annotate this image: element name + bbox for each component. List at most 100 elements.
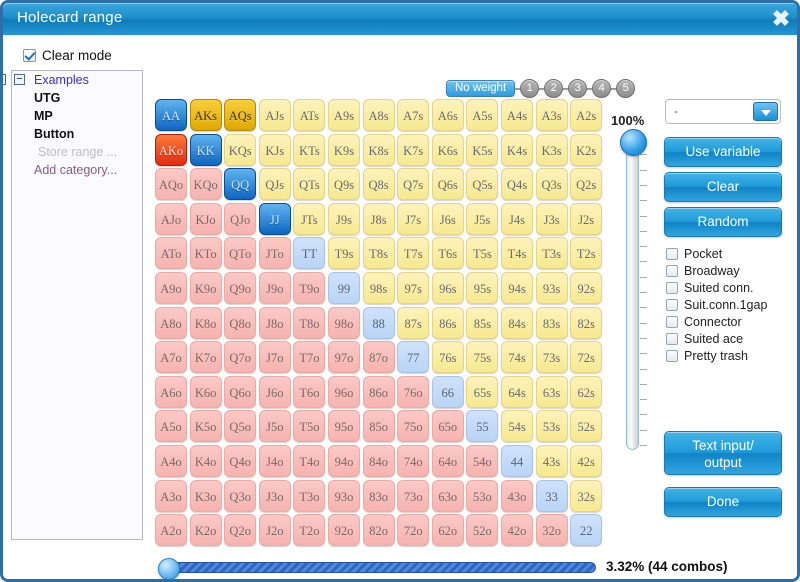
hand-cell-Q4s[interactable]: Q4s (501, 168, 533, 201)
hand-cell-53o[interactable]: 53o (466, 479, 499, 512)
hand-cell-Q7s[interactable]: Q7s (397, 168, 430, 201)
hand-cell-Q7o[interactable]: Q7o (224, 341, 257, 374)
hand-cell-J5s[interactable]: J5s (466, 202, 499, 235)
hand-cell-A7o[interactable]: A7o (155, 341, 187, 374)
hand-cell-KJs[interactable]: KJs (258, 133, 291, 166)
hand-cell-QQ[interactable]: QQ (224, 168, 257, 201)
weight-slider-track[interactable] (626, 135, 639, 450)
hand-cell-A4s[interactable]: A4s (501, 99, 533, 131)
hand-cell-J2o[interactable]: J2o (258, 514, 291, 547)
checkbox-connector[interactable]: Connector (666, 313, 767, 330)
hand-cell-42s[interactable]: 42s (570, 445, 603, 477)
hand-cell-75s[interactable]: 75s (466, 341, 499, 374)
hand-cell-88[interactable]: 88 (362, 306, 395, 339)
hand-cell-T6s[interactable]: T6s (431, 237, 464, 270)
hand-cell-72s[interactable]: 72s (570, 341, 603, 374)
hand-cell-63s[interactable]: 63s (535, 375, 568, 408)
hand-cell-T7o[interactable]: T7o (293, 341, 326, 374)
hand-cell-T4s[interactable]: T4s (501, 237, 533, 270)
hand-cell-65s[interactable]: 65s (466, 375, 499, 408)
hand-cell-A4o[interactable]: A4o (155, 445, 187, 477)
hand-cell-52o[interactable]: 52o (466, 514, 499, 547)
hand-cell-ATs[interactable]: ATs (293, 99, 326, 131)
checkbox-suited-ace[interactable]: Suited ace (666, 330, 767, 347)
weight-slider[interactable] (618, 127, 648, 452)
hand-cell-83s[interactable]: 83s (535, 306, 568, 339)
hand-cell-85s[interactable]: 85s (466, 306, 499, 339)
hand-cell-AJo[interactable]: AJo (155, 202, 187, 235)
percent-slider[interactable] (158, 558, 598, 579)
tree-expander-outer-icon[interactable]: − (3, 74, 6, 85)
hand-cell-66[interactable]: 66 (431, 375, 464, 408)
chevron-down-icon[interactable] (753, 102, 778, 121)
hand-cell-74o[interactable]: 74o (397, 445, 430, 477)
hand-cell-97s[interactable]: 97s (397, 272, 430, 304)
hand-cell-86o[interactable]: 86o (362, 375, 395, 408)
hand-cell-54s[interactable]: 54s (501, 410, 533, 443)
hand-cell-KJo[interactable]: KJo (189, 202, 222, 235)
hand-cell-T3s[interactable]: T3s (535, 237, 568, 270)
hand-cell-A8o[interactable]: A8o (155, 306, 187, 339)
hand-cell-T4o[interactable]: T4o (293, 445, 326, 477)
hand-cell-T6o[interactable]: T6o (293, 375, 326, 408)
weight-button-2[interactable]: 2 (544, 79, 564, 98)
hand-cell-A2s[interactable]: A2s (570, 99, 603, 131)
hand-cell-64s[interactable]: 64s (501, 375, 533, 408)
hand-cell-98o[interactable]: 98o (328, 306, 360, 339)
hand-cell-Q4o[interactable]: Q4o (224, 445, 257, 477)
weight-button-3[interactable]: 3 (568, 79, 588, 98)
weight-slider-knob[interactable] (620, 129, 647, 156)
hand-cell-63o[interactable]: 63o (431, 479, 464, 512)
use-variable-button[interactable]: Use variable (664, 137, 782, 167)
hand-cell-KQs[interactable]: KQs (224, 133, 257, 166)
hand-cell-43s[interactable]: 43s (535, 445, 568, 477)
hand-cell-J2s[interactable]: J2s (570, 202, 603, 235)
hand-cell-KTo[interactable]: KTo (189, 237, 222, 270)
hand-cell-Q3s[interactable]: Q3s (535, 168, 568, 201)
hand-cell-A2o[interactable]: A2o (155, 514, 187, 547)
hand-cell-J4s[interactable]: J4s (501, 202, 533, 235)
hand-cell-95o[interactable]: 95o (328, 410, 360, 443)
hand-cell-33[interactable]: 33 (535, 479, 568, 512)
hand-cell-K8s[interactable]: K8s (362, 133, 395, 166)
tree-item-store-range[interactable]: Store range ... (12, 143, 142, 161)
hand-cell-Q9o[interactable]: Q9o (224, 272, 257, 304)
hand-cell-96o[interactable]: 96o (328, 375, 360, 408)
hand-cell-Q6o[interactable]: Q6o (224, 375, 257, 408)
hand-cell-42o[interactable]: 42o (501, 514, 533, 547)
percent-slider-track[interactable] (168, 562, 596, 573)
hand-cell-K4s[interactable]: K4s (501, 133, 533, 166)
hand-cell-TT[interactable]: TT (293, 237, 326, 270)
hand-cell-T9s[interactable]: T9s (328, 237, 360, 270)
variable-select[interactable]: - (665, 99, 781, 124)
hand-cell-A3o[interactable]: A3o (155, 479, 187, 512)
clear-mode-checkbox[interactable]: Clear mode (23, 48, 112, 63)
hand-cell-T7s[interactable]: T7s (397, 237, 430, 270)
hand-cell-T8o[interactable]: T8o (293, 306, 326, 339)
hand-cell-J7s[interactable]: J7s (397, 202, 430, 235)
hand-cell-32o[interactable]: 32o (535, 514, 568, 547)
hand-cell-Q9s[interactable]: Q9s (328, 168, 360, 201)
hand-cell-K3o[interactable]: K3o (189, 479, 222, 512)
hand-cell-Q5s[interactable]: Q5s (466, 168, 499, 201)
text-input-output-button[interactable]: Text input/ output (664, 431, 782, 475)
hand-cell-94o[interactable]: 94o (328, 445, 360, 477)
weight-button-5[interactable]: 5 (616, 79, 636, 98)
tree-expander-examples-icon[interactable]: − (14, 74, 25, 85)
hand-cell-A7s[interactable]: A7s (397, 99, 430, 131)
hand-cell-J8s[interactable]: J8s (362, 202, 395, 235)
hand-cell-A6o[interactable]: A6o (155, 375, 187, 408)
hand-cell-96s[interactable]: 96s (431, 272, 464, 304)
hand-cell-92s[interactable]: 92s (570, 272, 603, 304)
random-button[interactable]: Random (664, 207, 782, 237)
hand-cell-K7s[interactable]: K7s (397, 133, 430, 166)
weight-button-4[interactable]: 4 (592, 79, 612, 98)
hand-cell-83o[interactable]: 83o (362, 479, 395, 512)
hand-cell-92o[interactable]: 92o (328, 514, 360, 547)
hand-cell-95s[interactable]: 95s (466, 272, 499, 304)
hand-cell-93o[interactable]: 93o (328, 479, 360, 512)
hand-cell-75o[interactable]: 75o (397, 410, 430, 443)
hand-cell-53s[interactable]: 53s (535, 410, 568, 443)
hand-cell-A5o[interactable]: A5o (155, 410, 187, 443)
hand-cell-22[interactable]: 22 (570, 514, 603, 547)
